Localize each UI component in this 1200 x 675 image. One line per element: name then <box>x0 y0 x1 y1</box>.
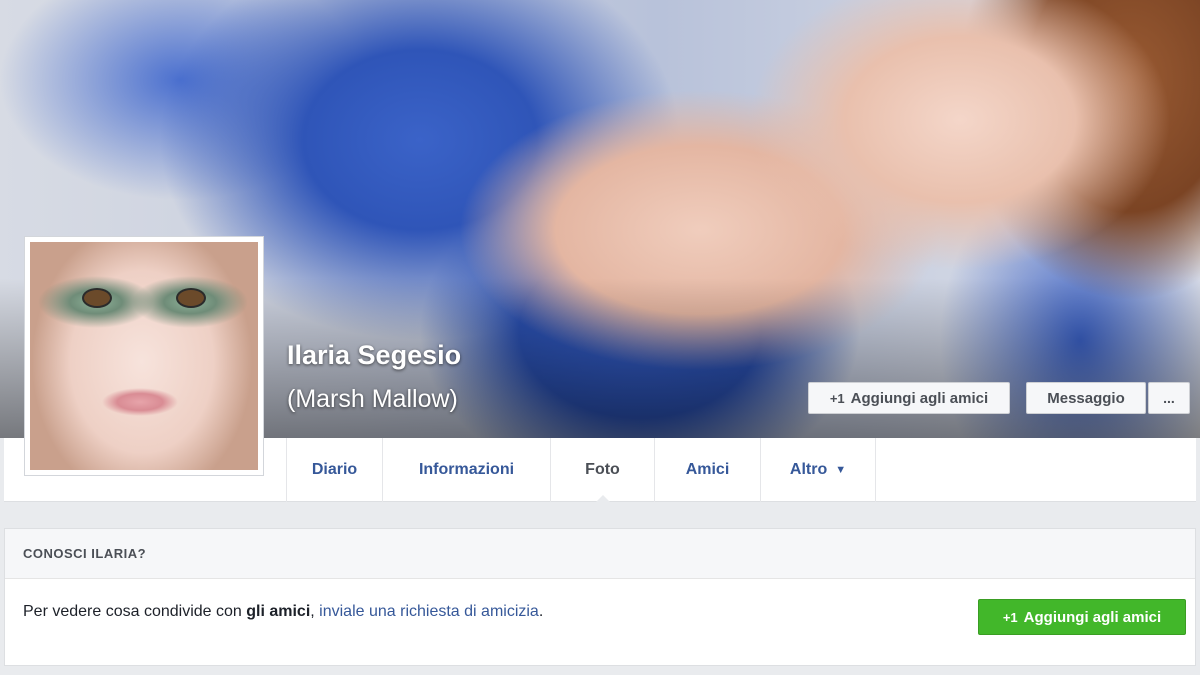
know-her-panel: CONOSCI ILARIA? Per vedere cosa condivid… <box>4 528 1196 666</box>
message-button[interactable]: Messaggio <box>1026 382 1146 414</box>
profile-name[interactable]: Ilaria Segesio <box>287 340 461 371</box>
panel-title: CONOSCI ILARIA? <box>5 529 1195 579</box>
profile-picture[interactable] <box>24 236 264 476</box>
panel-text-suffix: . <box>538 603 544 620</box>
panel-text-prefix: Per vedere cosa condivide con <box>23 603 247 620</box>
more-icon: ... <box>1163 390 1175 406</box>
tab-amici-label: Amici <box>685 461 730 478</box>
tab-diario[interactable]: Diario <box>286 438 382 502</box>
add-friend-green-button[interactable]: +1 Aggiungi agli amici <box>978 599 1186 635</box>
friend-request-link[interactable]: inviale una richiesta di amicizia <box>319 603 539 620</box>
add-friend-icon: +1 <box>1002 609 1018 625</box>
add-friend-icon: +1 <box>829 390 845 406</box>
profile-tabs: Diario Informazioni Foto Amici Altro ▼ <box>286 438 876 503</box>
add-friend-green-label: Aggiungi agli amici <box>1023 608 1162 626</box>
panel-text-bold: gli amici <box>246 603 311 620</box>
tab-foto-label: Foto <box>585 461 620 478</box>
profile-picture-image <box>30 242 258 470</box>
eye-right-shape <box>176 288 206 308</box>
tab-informazioni-label: Informazioni <box>418 461 515 478</box>
eye-left-shape <box>82 288 112 308</box>
message-label: Messaggio <box>1047 389 1125 407</box>
panel-message: Per vedere cosa condivide con gli amici,… <box>23 603 543 621</box>
tab-foto[interactable]: Foto <box>550 438 654 503</box>
panel-text-mid: , <box>310 603 320 620</box>
profile-alternate-name: (Marsh Mallow) <box>287 385 458 413</box>
tab-diario-label: Diario <box>311 461 358 478</box>
tab-altro[interactable]: Altro ▼ <box>760 438 876 502</box>
tab-altro-label: Altro <box>789 461 828 478</box>
add-friend-button[interactable]: +1 Aggiungi agli amici <box>808 382 1010 414</box>
tab-amici[interactable]: Amici <box>654 438 760 502</box>
more-options-button[interactable]: ... <box>1148 382 1190 414</box>
tab-informazioni[interactable]: Informazioni <box>382 438 550 502</box>
chevron-down-icon: ▼ <box>835 464 847 476</box>
add-friend-label: Aggiungi agli amici <box>850 389 989 407</box>
